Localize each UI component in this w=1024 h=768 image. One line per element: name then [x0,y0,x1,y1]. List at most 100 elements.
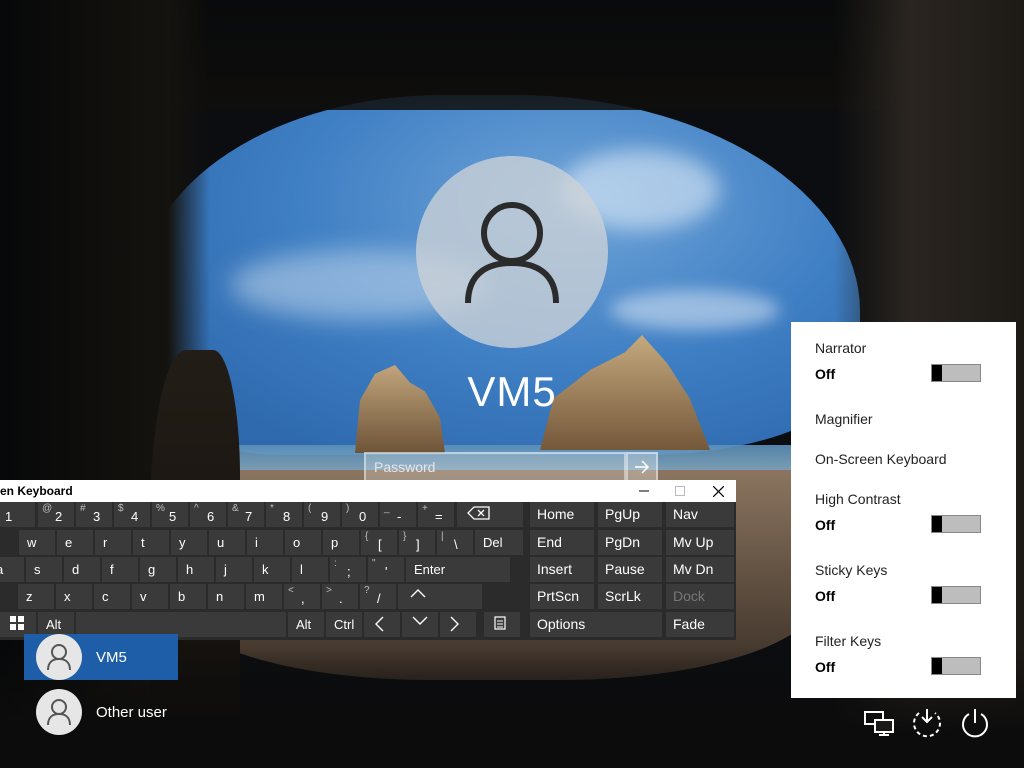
key-t[interactable]: t [133,530,169,555]
key-1[interactable]: !1 [0,502,35,527]
key-0[interactable]: ) 0 [342,502,378,527]
arrow-left-key[interactable] [364,612,400,637]
key-b[interactable]: b [170,584,206,609]
key-u[interactable]: u [209,530,245,555]
key-w[interactable]: w [19,530,55,555]
key-shift-label: % [156,503,165,514]
arrow-down-key[interactable] [402,612,438,637]
key-6[interactable]: ^ 6 [190,502,226,527]
key-j[interactable]: j [216,557,252,582]
sticky-keys-toggle[interactable] [931,586,981,604]
menu-key[interactable] [484,612,520,637]
password-input[interactable] [364,452,626,482]
key-\[interactable]: | \ [437,530,473,555]
key-g[interactable]: g [140,557,176,582]
close-button[interactable] [700,480,736,502]
key-shift-label: ( [308,503,312,514]
maximize-button[interactable] [662,480,698,502]
key-home[interactable]: Home [530,502,594,527]
key-scrlk[interactable]: ScrLk [598,584,662,609]
key-n[interactable]: n [208,584,244,609]
key-insert[interactable]: Insert [530,557,594,582]
user-tile-name: VM5 [96,648,127,666]
key-label: Options [537,616,586,632]
options-button[interactable]: Options [530,612,662,637]
key-m[interactable]: m [246,584,282,609]
key-label: 0 [359,509,367,524]
key-8[interactable]: * 8 [266,502,302,527]
key-2[interactable]: @2 [38,502,74,527]
key-prtscn[interactable]: PrtScn [530,584,594,609]
key-c[interactable]: c [94,584,130,609]
key-x[interactable]: x [56,584,92,609]
backspace-key[interactable] [457,502,523,527]
minimize-button[interactable] [626,480,662,502]
key-f[interactable]: f [102,557,138,582]
key-a[interactable]: a [0,557,24,582]
key-r[interactable]: r [95,530,131,555]
user-tile-vm5[interactable]: VM5 [24,634,178,680]
key-dock[interactable]: Dock [666,584,734,609]
filter-keys-toggle[interactable] [931,657,981,675]
key-pgup[interactable]: PgUp [598,502,662,527]
key-mv-dn[interactable]: Mv Dn [666,557,734,582]
key-e[interactable]: e [57,530,93,555]
fade-button[interactable]: Fade [666,612,734,637]
power-button[interactable] [958,706,992,740]
network-button[interactable] [862,706,896,740]
key-9[interactable]: (9 [304,502,340,527]
key-z[interactable]: z [18,584,54,609]
key-s[interactable]: s [26,557,62,582]
key-l[interactable]: l [292,557,328,582]
key-p[interactable]: p [323,530,359,555]
key-v[interactable]: v [132,584,168,609]
key-h[interactable]: h [178,557,214,582]
key-label: o [293,535,301,550]
key-.[interactable]: >. [322,584,358,609]
key-label: m [254,589,265,604]
key-,[interactable]: <, [284,584,320,609]
ease-of-access-button[interactable] [910,706,944,740]
magnifier-label[interactable]: Magnifier [815,411,873,427]
key-label: ; [347,564,351,579]
key-label: ] [416,537,420,552]
key-[[interactable]: {[ [361,530,397,555]
key-label: - [397,509,402,524]
keyboard-title-bar[interactable]: en Keyboard [0,480,736,502]
key-mv-up[interactable]: Mv Up [666,530,734,555]
key-3[interactable]: #3 [76,502,112,527]
key-4[interactable]: $4 [114,502,150,527]
key-'[interactable]: " ' [368,557,404,582]
key-alt-right[interactable]: Alt [288,612,324,637]
key-7[interactable]: & 7 [228,502,264,527]
key-pgdn[interactable]: PgDn [598,530,662,555]
key-y[interactable]: y [171,530,207,555]
key-][interactable]: }] [399,530,435,555]
key-;[interactable]: :; [330,557,366,582]
minimize-icon [639,490,649,492]
high-contrast-toggle[interactable] [931,515,981,533]
key-i[interactable]: i [247,530,283,555]
key-/[interactable]: ? / [360,584,396,609]
key--[interactable]: _ - [380,502,416,527]
key-pause[interactable]: Pause [598,557,662,582]
key-5[interactable]: % 5 [152,502,188,527]
chevron-right-icon [450,616,459,632]
arrow-right-key[interactable] [440,612,476,637]
key-k[interactable]: k [254,557,290,582]
key-d[interactable]: d [64,557,100,582]
key-enter[interactable]: Enter [406,557,510,582]
key-ctrl[interactable]: Ctrl [326,612,362,637]
key-=[interactable]: + = [418,502,454,527]
key-del[interactable]: Del [475,530,523,555]
on-screen-keyboard-label[interactable]: On-Screen Keyboard [815,451,947,467]
key-end[interactable]: End [530,530,594,555]
key-nav[interactable]: Nav [666,502,734,527]
key-label: [ [378,537,382,552]
key-label: 2 [55,509,63,524]
key-o[interactable]: o [285,530,321,555]
submit-button[interactable] [626,452,658,482]
arrow-up-key[interactable] [400,584,436,609]
narrator-toggle[interactable] [931,364,981,382]
user-tile-other-user[interactable]: Other user [24,689,178,735]
